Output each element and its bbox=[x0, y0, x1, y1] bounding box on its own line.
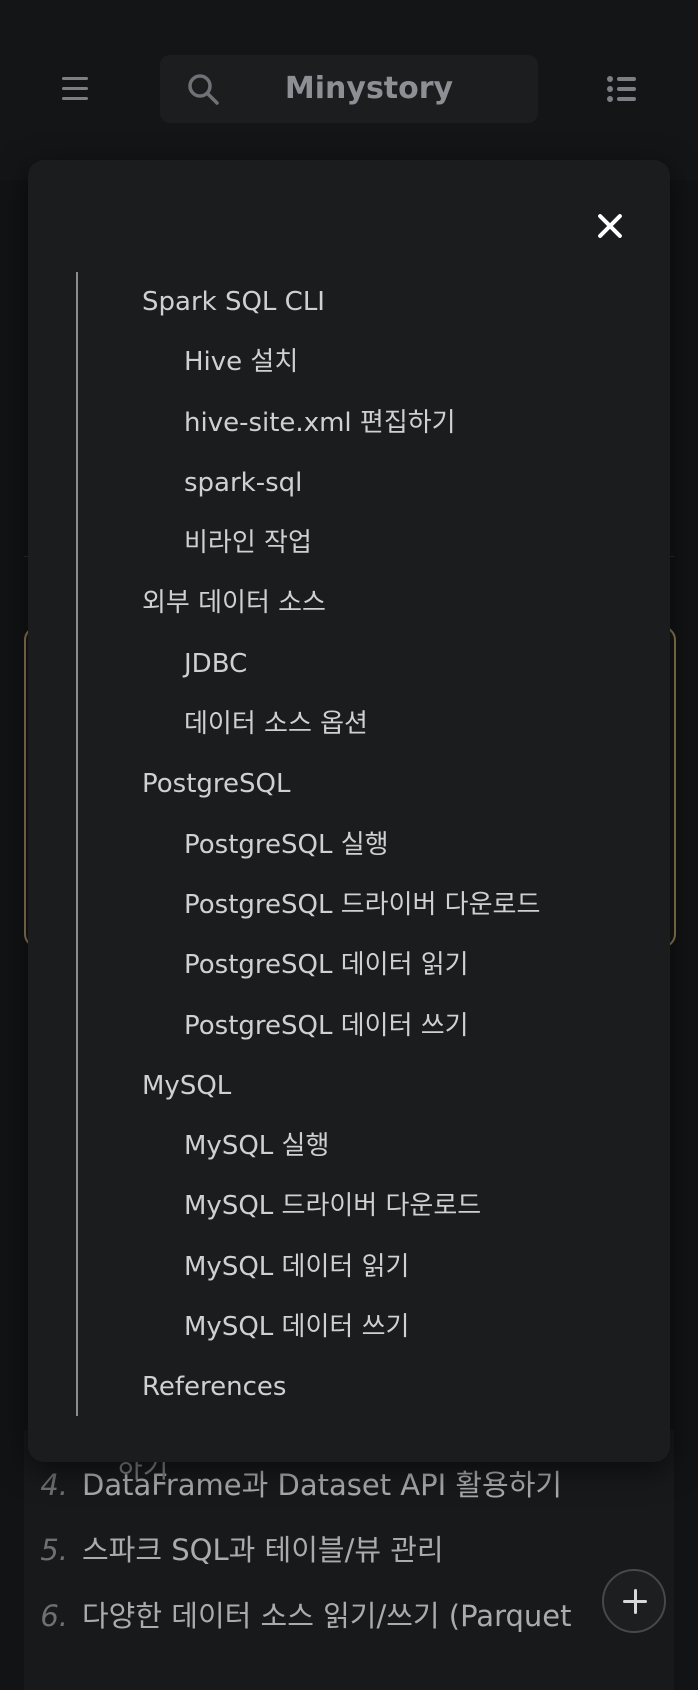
toc-subitem[interactable]: MySQL 실행 bbox=[28, 1129, 670, 1189]
toc-subitem[interactable]: 비라인 작업 bbox=[28, 526, 670, 586]
toc-subitem[interactable]: 데이터 소스 옵션 bbox=[28, 707, 670, 767]
table-of-contents-panel: Spark SQL CLI Hive 설치 hive-site.xml 편집하기… bbox=[28, 160, 670, 1462]
toc-subitem[interactable]: PostgreSQL 데이터 쓰기 bbox=[28, 1009, 670, 1069]
toc-subitem[interactable]: PostgreSQL 데이터 읽기 bbox=[28, 948, 670, 1008]
list-number: 5. bbox=[40, 1533, 68, 1567]
toc-item[interactable]: PostgreSQL bbox=[28, 767, 670, 827]
site-title[interactable]: Minystory bbox=[220, 55, 518, 123]
toc-item[interactable]: Spark SQL CLI bbox=[28, 285, 670, 345]
series-list-item[interactable]: 4. DataFrame과 Dataset API 활용하기 bbox=[24, 1462, 562, 1512]
close-icon[interactable] bbox=[588, 204, 632, 248]
list-number: 6. bbox=[40, 1599, 68, 1633]
list-text: 스파크 SQL과 테이블/뷰 관리 bbox=[82, 1533, 444, 1567]
toc-subitem[interactable]: MySQL 데이터 읽기 bbox=[28, 1250, 670, 1310]
series-list-item[interactable]: 5. 스파크 SQL과 테이블/뷰 관리 bbox=[24, 1527, 444, 1577]
toc-subitem[interactable]: Hive 설치 bbox=[28, 345, 670, 405]
toc-item[interactable]: MySQL bbox=[28, 1069, 670, 1129]
list-icon[interactable] bbox=[604, 72, 640, 106]
plus-icon[interactable] bbox=[602, 1569, 666, 1633]
toc-subitem[interactable]: MySQL 데이터 쓰기 bbox=[28, 1310, 670, 1370]
search-bar[interactable]: Minystory bbox=[160, 55, 538, 123]
hamburger-menu-icon[interactable] bbox=[58, 74, 94, 104]
toc-item[interactable]: 외부 데이터 소스 bbox=[28, 586, 670, 646]
series-list-item[interactable]: 6. 다양한 데이터 소스 읽기/쓰기 (Parquet bbox=[24, 1593, 572, 1643]
toc-subitem[interactable]: MySQL 드라이버 다운로드 bbox=[28, 1189, 670, 1249]
toc-list: Spark SQL CLI Hive 설치 hive-site.xml 편집하기… bbox=[28, 285, 670, 1431]
toc-subitem[interactable]: JDBC bbox=[28, 647, 670, 707]
toc-item[interactable]: References bbox=[28, 1370, 670, 1430]
toc-subitem[interactable]: spark-sql bbox=[28, 466, 670, 526]
toc-subitem[interactable]: PostgreSQL 드라이버 다운로드 bbox=[28, 888, 670, 948]
list-number: 4. bbox=[40, 1468, 68, 1502]
toc-subitem[interactable]: PostgreSQL 실행 bbox=[28, 828, 670, 888]
search-icon bbox=[188, 74, 219, 105]
site-header: Minystory bbox=[0, 0, 698, 180]
toc-subitem[interactable]: hive-site.xml 편집하기 bbox=[28, 406, 670, 466]
list-text: 다양한 데이터 소스 읽기/쓰기 (Parquet bbox=[82, 1599, 572, 1633]
